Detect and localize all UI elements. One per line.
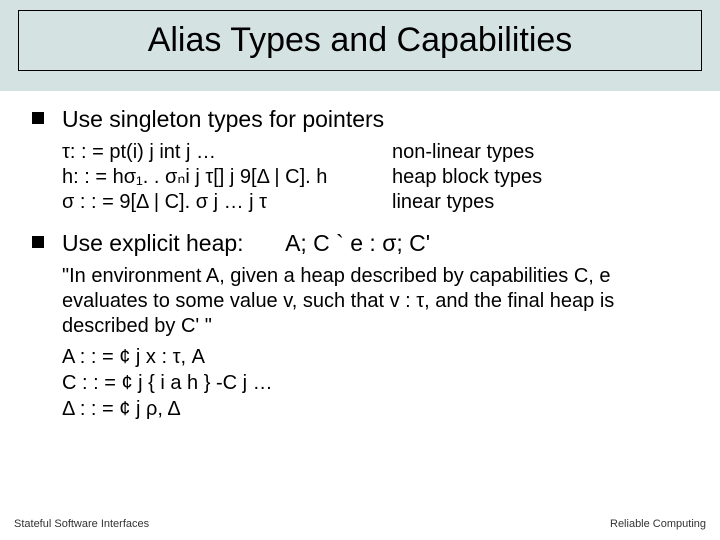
- definition-line: A : : = ¢ j x : τ, A: [62, 345, 688, 370]
- bullet-2-right: A; C ` e : σ; C': [285, 230, 430, 256]
- bullet-2-left: Use explicit heap:: [62, 230, 244, 256]
- grammar-rhs: linear types: [392, 190, 494, 215]
- grammar-block: τ: : = pt(i) j int j … non-linear types …: [62, 140, 688, 215]
- bullet-1: Use singleton types for pointers: [32, 105, 688, 134]
- definitions: A : : = ¢ j x : τ, A C : : = ¢ j { i a h…: [62, 345, 688, 422]
- title-region: Alias Types and Capabilities: [0, 0, 720, 73]
- footer-left: Stateful Software Interfaces: [14, 518, 149, 530]
- grammar-lhs: h: : = hσ₁. . σₙi j τ[] j 9[Δ | C]. h: [62, 165, 392, 190]
- grammar-row: σ : : = 9[Δ | C]. σ j … j τ linear types: [62, 190, 688, 215]
- definition-line: C : : = ¢ j { i a h } -C j …: [62, 371, 688, 396]
- grammar-lhs: σ : : = 9[Δ | C]. σ j … j τ: [62, 190, 392, 215]
- slide-title: Alias Types and Capabilities: [18, 10, 702, 71]
- grammar-rhs: heap block types: [392, 165, 542, 190]
- title-spacer: [0, 73, 720, 91]
- bullet-1-text: Use singleton types for pointers: [62, 105, 384, 134]
- footer-right: Reliable Computing: [610, 518, 706, 530]
- definition-line: Δ : : = ¢ j ρ, Δ: [62, 397, 688, 422]
- grammar-row: h: : = hσ₁. . σₙi j τ[] j 9[Δ | C]. h he…: [62, 165, 688, 190]
- grammar-row: τ: : = pt(i) j int j … non-linear types: [62, 140, 688, 165]
- grammar-rhs: non-linear types: [392, 140, 534, 165]
- bullet-2-text: Use explicit heap: A; C ` e : σ; C': [62, 229, 430, 258]
- slide-body: Use singleton types for pointers τ: : = …: [0, 91, 720, 540]
- grammar-lhs: τ: : = pt(i) j int j …: [62, 140, 392, 165]
- bullet-2: Use explicit heap: A; C ` e : σ; C': [32, 229, 688, 258]
- square-bullet-icon: [32, 112, 44, 124]
- footer: Stateful Software Interfaces Reliable Co…: [14, 518, 706, 530]
- slide: Alias Types and Capabilities Use singlet…: [0, 0, 720, 540]
- quote-text: "In environment A, given a heap describe…: [62, 264, 688, 339]
- square-bullet-icon: [32, 236, 44, 248]
